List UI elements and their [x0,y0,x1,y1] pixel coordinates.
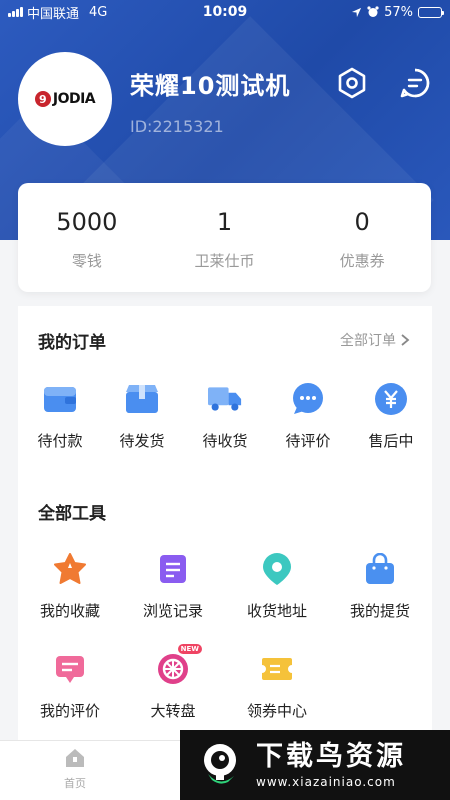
tool-my-reviews[interactable]: 我的评价 [27,652,113,721]
clock: 10:09 [202,4,248,20]
tool-label: 大转盘 [150,702,196,720]
order-label: 待发货 [119,432,165,450]
order-after-sales[interactable]: 售后中 [366,382,416,451]
tool-history[interactable]: 浏览记录 [130,552,216,621]
tool-favorites[interactable]: 我的收藏 [27,552,113,621]
alarm-icon [367,6,379,17]
yen-icon [374,382,408,416]
order-pending-shipment[interactable]: 待发货 [117,382,167,451]
tool-coupon-center[interactable]: 领券中心 [234,652,320,721]
chevron-right-icon [401,334,410,346]
tool-address[interactable]: 收货地址 [234,552,320,621]
battery-percent: 57% [384,4,413,20]
all-orders-label: 全部订单 [340,333,396,349]
wallet-value: 1 [216,208,233,236]
comment-icon [53,652,87,686]
bird-logo-icon [204,744,236,784]
username: 荣耀10测试机 [130,72,291,100]
battery-icon [418,6,444,18]
order-pending-receipt[interactable]: 待收货 [200,382,250,451]
tools-title: 全部工具 [38,504,106,524]
new-badge: NEW [177,644,202,654]
chat-bubble-icon [291,382,325,416]
message-icon[interactable] [398,66,432,100]
brand-logo-badge: 9 [34,91,51,107]
wallet-label: 卫莱仕币 [194,252,255,270]
carrier-label: 中国联通 [27,6,80,22]
history-icon [156,552,190,586]
avatar[interactable]: 9 JODIA [18,52,112,146]
main-panel: 我的订单 全部订单 待付款 待发货 待收货 待评价 售后中 全部工具 我的收藏 … [18,306,432,740]
tool-label: 我的评价 [39,702,100,720]
wallet-icon [43,382,77,416]
tool-label: 领券中心 [246,702,307,720]
tool-pickup[interactable]: 我的提货 [337,552,423,621]
nav-home-label: 首页 [64,777,86,790]
network-label: 4G [89,4,108,20]
wallet-item-coins[interactable]: 1 卫莱仕币 [156,183,294,292]
watermark-title: 下载鸟资源 [256,740,406,772]
nav-home[interactable]: 首页 [50,747,100,791]
truck-icon [208,382,242,416]
location-pin-icon [260,552,294,586]
status-bar: 中国联通 4G 10:09 57% [0,0,450,24]
user-id: ID:2215321 [130,117,224,136]
wallet-item-coupons[interactable]: 0 优惠券 [293,183,431,292]
tool-label: 收货地址 [246,602,307,620]
star-icon [53,552,87,586]
order-pending-payment[interactable]: 待付款 [35,382,85,451]
watermark-url: www.xiazainiao.com [256,774,396,789]
package-icon [125,382,159,416]
home-icon [66,749,84,767]
location-arrow-icon [352,7,362,17]
order-label: 待收货 [202,432,248,450]
wheel-icon: NEW [156,644,202,686]
wallet-value: 0 [354,208,370,236]
shopping-bag-icon [363,552,397,586]
tool-label: 我的收藏 [39,602,100,620]
wallet-card: 5000 零钱 1 卫莱仕币 0 优惠券 [18,183,431,292]
order-label: 待评价 [285,432,331,450]
order-pending-review[interactable]: 待评价 [283,382,333,451]
tool-label: 浏览记录 [142,602,203,620]
orders-title: 我的订单 [38,333,106,353]
wallet-label: 优惠券 [339,252,385,270]
order-label: 待付款 [37,432,83,450]
wallet-value: 5000 [56,208,118,236]
signal-icon [8,7,23,17]
watermark: 下载鸟资源 www.xiazainiao.com [180,730,450,800]
all-orders-link[interactable]: 全部订单 [340,330,410,350]
wallet-label: 零钱 [71,252,102,270]
settings-hexagon-icon[interactable] [335,66,369,100]
brand-logo-text: JODIA [52,91,96,107]
tool-lucky-wheel[interactable]: NEW 大转盘 [130,644,216,721]
coupon-icon [260,652,294,686]
tool-label: 我的提货 [349,602,410,620]
wallet-item-change[interactable]: 5000 零钱 [18,183,156,292]
order-label: 售后中 [368,432,414,450]
